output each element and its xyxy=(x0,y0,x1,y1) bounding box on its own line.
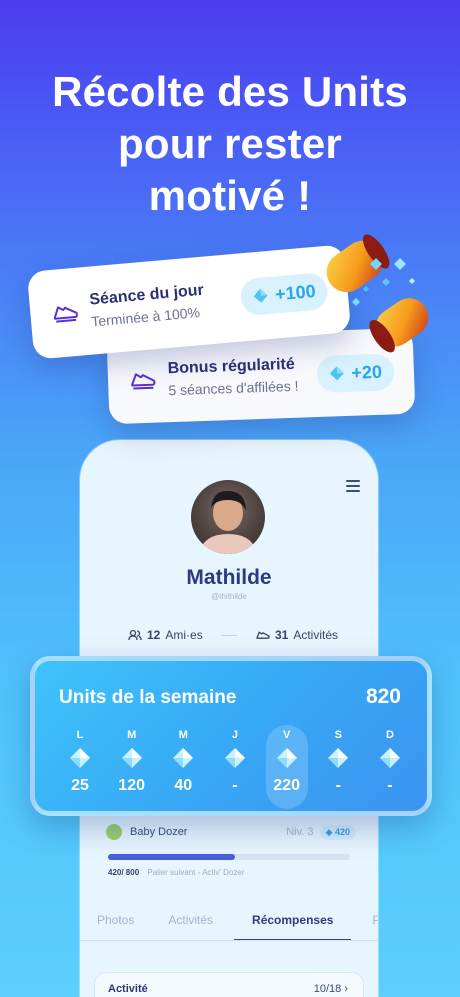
level-next-label: Palier suivant - Activ' Dozer xyxy=(147,868,245,877)
reward-amount: +20 xyxy=(351,361,383,383)
stats-divider xyxy=(221,634,238,636)
gem-icon xyxy=(276,748,297,768)
day-column: M 120 xyxy=(111,725,153,809)
reward-title: Bonus régularité xyxy=(167,355,296,378)
day-letter: M xyxy=(127,729,137,741)
units-week-title: Units de la semaine xyxy=(59,687,237,708)
reward-amount: +100 xyxy=(274,280,317,304)
day-letter: J xyxy=(231,729,239,741)
headline-line-3: motivé ! xyxy=(148,172,312,219)
headline: Récolte des Units pour rester motivé ! xyxy=(0,66,460,222)
units-week-total: 820 xyxy=(365,685,401,708)
day-value: 25 xyxy=(71,777,89,794)
activities-count: 31 xyxy=(274,628,289,642)
gem-icon: ◆ xyxy=(325,826,335,837)
activity-count-wrap: 10/18 › xyxy=(314,983,348,995)
day-column: D- xyxy=(369,725,411,809)
day-column: V 220 xyxy=(265,725,308,809)
tab-activites[interactable]: Activités xyxy=(168,913,213,941)
level-progress-text: 420/ 800 Palier suivant - Activ' Dozer xyxy=(108,868,245,877)
activity-row[interactable]: Activité 10/18 › xyxy=(108,983,348,995)
level-progress-value: 420/ 800 xyxy=(108,868,140,877)
level-units: 420 xyxy=(334,826,350,837)
level-row[interactable]: Baby Dozer Niv. 3 ◆ 420 xyxy=(106,824,356,840)
day-letter: S xyxy=(334,729,342,741)
gem-icon xyxy=(254,288,269,303)
gem-icon xyxy=(121,748,142,768)
reward-subtitle: 5 séances d'affilées ! xyxy=(168,377,299,399)
friends-count: 12 xyxy=(147,628,161,642)
activity-label: Activité xyxy=(108,983,148,995)
day-column: J- xyxy=(214,725,256,809)
level-progress-fill xyxy=(108,854,236,860)
day-column: M 40 xyxy=(162,725,204,809)
friends-stat[interactable]: 12 Ami·es xyxy=(128,628,203,642)
day-column: L 25 xyxy=(59,725,101,809)
units-week-card: Units de la semaine 820 L 25 M 120 M 40 J - V 220… xyxy=(30,656,432,816)
level-avatar-icon xyxy=(106,824,122,840)
shoe-icon xyxy=(53,306,78,323)
profile-name: Mathilde xyxy=(186,566,272,589)
day-value: 40 xyxy=(174,777,193,794)
level-progress-bar xyxy=(108,854,350,860)
level-units-badge: ◆ 420 xyxy=(319,824,356,840)
day-column: S- xyxy=(317,725,359,809)
activities-label: Activités xyxy=(293,628,338,642)
activity-count: 10/18 xyxy=(313,983,342,995)
day-letter: D xyxy=(385,729,394,741)
friends-label: Ami·es xyxy=(165,628,203,642)
shoe-icon xyxy=(131,373,156,390)
profile-stats: 12 Ami·es 31 Activités xyxy=(128,628,338,642)
friends-icon xyxy=(128,629,142,641)
day-letter: L xyxy=(76,729,84,741)
gem-icon xyxy=(328,748,349,768)
tab-recompenses[interactable]: Récompenses xyxy=(234,913,352,941)
avatar xyxy=(191,480,265,554)
day-letter: M xyxy=(178,729,188,741)
day-value: 220 xyxy=(273,777,300,794)
level-label: Niv. 3 xyxy=(286,826,314,838)
gem-icon xyxy=(70,748,90,768)
capsule-illustration xyxy=(326,234,429,353)
headline-line-2: pour rester xyxy=(118,120,342,167)
day-value: - xyxy=(387,777,393,794)
reward-amount-badge: +20 xyxy=(316,352,395,393)
day-value: - xyxy=(335,777,341,794)
day-letter: V xyxy=(282,729,291,741)
profile-tabs: Photos Activités Récompenses Pl xyxy=(80,913,378,941)
headline-line-1: Récolte des Units xyxy=(52,68,408,115)
units-week-days: L 25 M 120 M 40 J - V 220 S - D - xyxy=(59,725,411,809)
gem-icon xyxy=(379,748,400,768)
gem-icon xyxy=(224,748,245,768)
tabs-divider xyxy=(80,940,378,941)
shoe-icon xyxy=(256,630,270,639)
gem-icon xyxy=(173,748,194,768)
profile-handle: @thithilde xyxy=(211,592,247,601)
gem-icon xyxy=(330,366,345,381)
chevron-right-icon: › xyxy=(344,983,348,995)
menu-icon[interactable] xyxy=(346,480,360,492)
level-name: Baby Dozer xyxy=(130,826,188,838)
activities-stat[interactable]: 31 Activités xyxy=(256,628,338,642)
tab-photos[interactable]: Photos xyxy=(97,913,134,941)
day-value: - xyxy=(232,777,238,794)
tab-more[interactable]: Pl xyxy=(372,913,378,941)
day-value: 120 xyxy=(118,777,145,794)
